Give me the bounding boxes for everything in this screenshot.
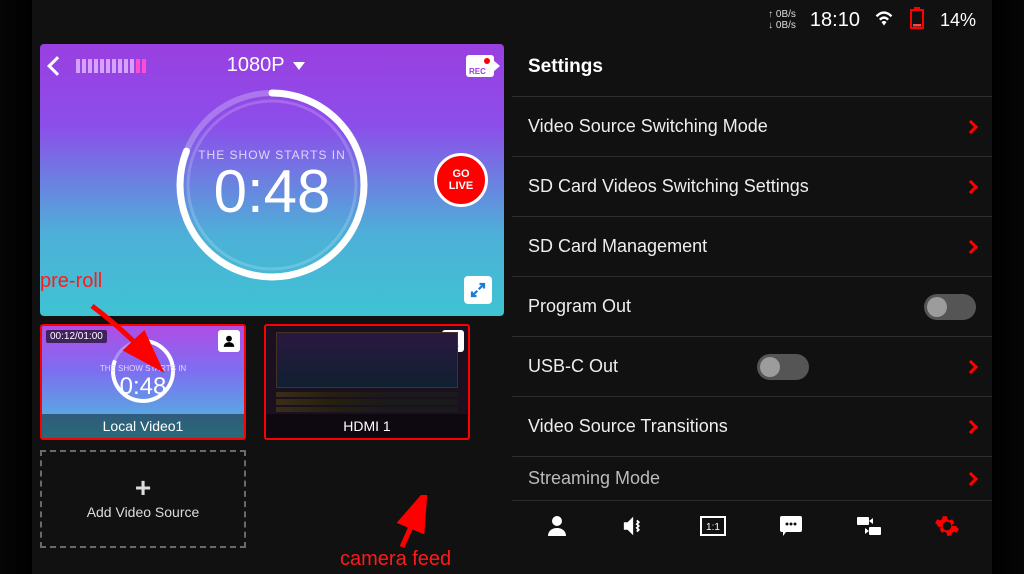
go-live-line1: GO bbox=[452, 168, 469, 180]
settings-row-label: Video Source Transitions bbox=[528, 416, 728, 437]
settings-title: Settings bbox=[512, 40, 992, 96]
source-hdmi1[interactable]: HDMI 1 bbox=[264, 324, 470, 440]
settings-row-sd-card-management[interactable]: SD Card Management bbox=[512, 216, 992, 276]
chevron-right-icon bbox=[964, 179, 978, 193]
nav-settings-icon[interactable] bbox=[933, 512, 961, 540]
plus-icon: + bbox=[135, 478, 151, 498]
resolution-selector[interactable]: 1080P bbox=[227, 54, 305, 77]
settings-row-label: USB-C Out bbox=[528, 356, 618, 377]
wifi-icon bbox=[874, 10, 894, 30]
network-rates: ↑ 0B/s ↓ 0B/s bbox=[768, 9, 796, 31]
back-icon[interactable] bbox=[47, 56, 67, 76]
annotation-preroll: pre-roll bbox=[40, 270, 102, 293]
battery-percent: 14% bbox=[940, 10, 976, 31]
settings-row-video-source-switching[interactable]: Video Source Switching Mode bbox=[512, 96, 992, 156]
bottom-nav: 1:1 bbox=[512, 500, 992, 550]
settings-row-program-out[interactable]: Program Out bbox=[512, 276, 992, 336]
settings-row-transitions[interactable]: Video Source Transitions bbox=[512, 396, 992, 456]
fullscreen-icon[interactable] bbox=[464, 276, 492, 304]
annotation-preroll-arrow bbox=[82, 298, 172, 378]
thumb-label: Local Video1 bbox=[42, 414, 244, 438]
left-panel: pre-roll 1080P REC bbox=[32, 40, 512, 574]
add-source-label: Add Video Source bbox=[87, 504, 200, 520]
chevron-right-icon bbox=[964, 119, 978, 133]
settings-row-label: Streaming Mode bbox=[528, 468, 660, 489]
rec-label: REC bbox=[469, 67, 486, 76]
add-video-source-button[interactable]: + Add Video Source bbox=[40, 450, 246, 548]
audio-meter bbox=[76, 59, 146, 73]
resolution-label: 1080P bbox=[227, 54, 285, 77]
toggle-switch[interactable] bbox=[757, 354, 809, 380]
battery-icon bbox=[908, 7, 926, 33]
nav-chat-icon[interactable] bbox=[777, 512, 805, 540]
settings-row-streaming-mode[interactable]: Streaming Mode bbox=[512, 456, 992, 500]
chevron-right-icon bbox=[964, 359, 978, 373]
clock: 18:10 bbox=[810, 9, 860, 32]
go-live-button[interactable]: GO LIVE bbox=[434, 153, 488, 207]
settings-panel: Settings Video Source Switching Mode SD … bbox=[512, 40, 992, 574]
status-bar: ↑ 0B/s ↓ 0B/s 18:10 14% bbox=[32, 0, 992, 40]
svg-text:1:1: 1:1 bbox=[706, 522, 720, 533]
settings-row-usbc-out[interactable]: USB-C Out bbox=[512, 336, 992, 396]
download-rate: ↓ 0B/s bbox=[768, 20, 796, 31]
countdown-time: 0:48 bbox=[198, 162, 346, 222]
settings-row-label: Video Source Switching Mode bbox=[528, 116, 768, 137]
thumb-label: HDMI 1 bbox=[266, 414, 468, 438]
toggle-switch[interactable] bbox=[924, 294, 976, 320]
settings-row-label: Program Out bbox=[528, 296, 631, 317]
go-live-line2: LIVE bbox=[449, 180, 473, 192]
chevron-right-icon bbox=[964, 419, 978, 433]
nav-audio-icon[interactable] bbox=[621, 512, 649, 540]
chevron-right-icon bbox=[964, 471, 978, 485]
annotation-camera-arrow bbox=[362, 495, 442, 555]
chevron-down-icon bbox=[293, 62, 305, 70]
record-button[interactable]: REC bbox=[466, 55, 494, 77]
nav-ratio-icon[interactable]: 1:1 bbox=[699, 512, 727, 540]
settings-row-sd-card-switching[interactable]: SD Card Videos Switching Settings bbox=[512, 156, 992, 216]
upload-rate: ↑ 0B/s bbox=[768, 9, 796, 20]
settings-row-label: SD Card Videos Switching Settings bbox=[528, 176, 809, 197]
chevron-right-icon bbox=[964, 239, 978, 253]
app-frame: ↑ 0B/s ↓ 0B/s 18:10 14% pre-roll bbox=[32, 0, 992, 574]
nav-switch-icon[interactable] bbox=[855, 512, 883, 540]
program-preview[interactable]: 1080P REC THE SHOW STARTS IN 0:48 bbox=[40, 44, 504, 316]
nav-person-icon[interactable] bbox=[543, 512, 571, 540]
settings-row-label: SD Card Management bbox=[528, 236, 707, 257]
